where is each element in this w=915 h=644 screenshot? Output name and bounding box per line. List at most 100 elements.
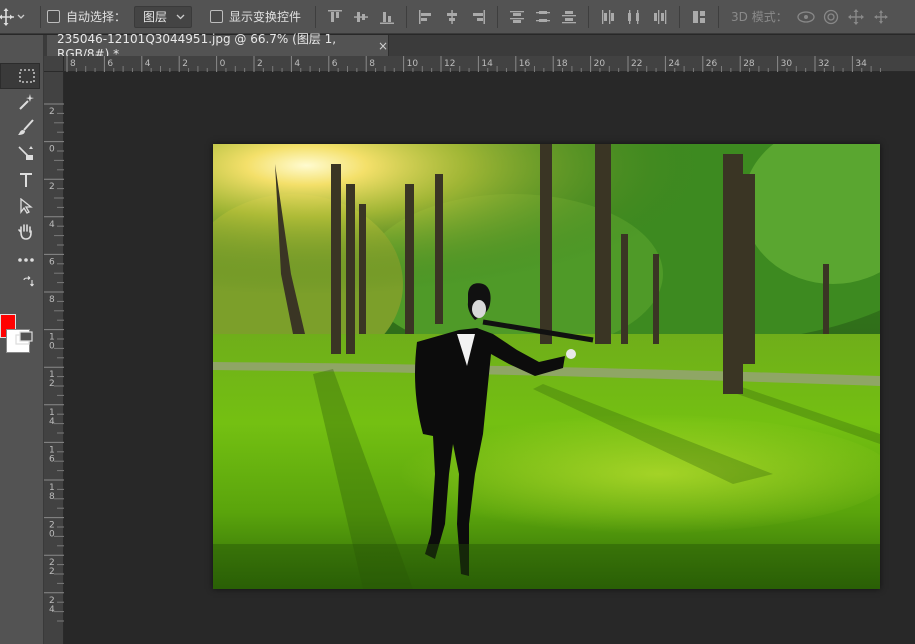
distribute-left-icon[interactable]	[595, 0, 621, 34]
ruler-label: 8	[49, 295, 55, 305]
more-tools-button[interactable]	[12, 247, 40, 273]
brush-tool-button[interactable]	[12, 115, 40, 141]
ruler-label: 6	[49, 257, 55, 267]
swap-colors-button[interactable]	[18, 273, 38, 291]
ruler-label: 8	[49, 492, 55, 502]
quick-mask-icon	[15, 331, 33, 345]
separator	[497, 5, 499, 28]
ruler-label: 2	[49, 107, 55, 117]
document-tab-bar: 235046-12101Q3044951.jpg @ 66.7% (图层 1, …	[44, 32, 915, 61]
marquee-tool-button[interactable]	[14, 63, 40, 89]
distribute-vertical-centers-icon[interactable]	[530, 0, 556, 34]
quick-select-tool-icon	[19, 94, 34, 110]
ruler-ticks: 8 6 4 2 0 2 4 6 8 10 12 14 16 18 20 22 24 26 28 30 32 34	[66, 56, 881, 72]
swap-colors-icon	[23, 276, 34, 287]
distribute-top-icon[interactable]	[504, 0, 530, 34]
ruler-label: 6	[49, 454, 55, 464]
separator	[718, 5, 720, 28]
align-group	[322, 0, 712, 34]
ruler-label: 12	[444, 59, 455, 69]
ruler-label: 6	[332, 59, 338, 69]
ruler-label: 14	[481, 59, 493, 69]
auto-select-target-value: 图层	[143, 10, 168, 24]
composite-photo	[213, 144, 880, 589]
ruler-label: 8	[369, 59, 375, 69]
quick-mask-button[interactable]	[10, 325, 38, 351]
mode-3d-label: 3D 模式：	[731, 10, 788, 24]
ruler-label: 2	[49, 182, 55, 192]
ruler-label: 32	[818, 59, 829, 69]
separator	[679, 5, 681, 28]
align-right-edges-icon[interactable]	[465, 0, 491, 34]
separator	[406, 5, 408, 28]
ruler-label: 10	[407, 59, 419, 69]
clone-stamp-tool-button[interactable]	[12, 141, 40, 167]
type-tool-button[interactable]	[12, 167, 40, 193]
ruler-label: 4	[49, 605, 55, 615]
more-tools-icon	[18, 258, 34, 262]
separator	[315, 5, 317, 28]
distribute-horizontal-centers-icon[interactable]	[621, 0, 647, 34]
align-top-edges-icon[interactable]	[322, 0, 348, 34]
show-transform-checkbox[interactable]	[210, 10, 224, 23]
ruler-label: 4	[49, 417, 55, 427]
ruler-label: 30	[781, 59, 793, 69]
close-tab-icon[interactable]: ×	[378, 39, 388, 53]
hand-tool-button[interactable]	[12, 219, 40, 245]
ruler-label: 2	[49, 567, 55, 577]
ruler-label: 2	[257, 59, 263, 69]
separator	[40, 5, 41, 28]
document-canvas[interactable]	[213, 144, 880, 589]
ruler-label: 24	[668, 59, 680, 69]
options-bar: 自动选择： 图层 显示变换控件 3D 模式：	[0, 0, 915, 34]
type-tool-icon	[20, 173, 32, 187]
ruler-label: 6	[107, 59, 113, 69]
ruler-label: 4	[145, 59, 151, 69]
align-horizontal-centers-icon[interactable]	[439, 0, 465, 34]
ruler-label: 4	[49, 220, 55, 230]
move-tool-icon	[0, 7, 25, 26]
horizontal-ruler[interactable]: 8 6 4 2 0 2 4 6 8 10 12 14 16 18 20 22 24 26 28 30 32 34	[64, 56, 915, 72]
tools-panel	[0, 35, 44, 644]
ruler-label: 8	[70, 59, 76, 69]
ruler-label: 2	[182, 59, 188, 69]
auto-align-layers-icon[interactable]	[686, 0, 712, 34]
clone-stamp-tool-icon	[18, 146, 33, 160]
slide-3d-icon[interactable]	[869, 0, 894, 34]
ruler-origin[interactable]	[44, 56, 64, 72]
ruler-label: 4	[294, 59, 300, 69]
orbit-3d-icon[interactable]	[794, 0, 819, 34]
path-select-tool-icon	[20, 198, 33, 214]
ruler-label: 16	[519, 59, 531, 69]
ruler-label: 26	[706, 59, 718, 69]
ruler-label: 28	[743, 59, 755, 69]
ruler-label: 20	[594, 59, 606, 69]
tool-preset-picker[interactable]	[0, 0, 34, 34]
auto-select-target-dropdown[interactable]: 图层	[134, 5, 193, 28]
distribute-right-icon[interactable]	[647, 0, 673, 34]
auto-select-option[interactable]: 自动选择：	[47, 8, 126, 25]
align-left-edges-icon[interactable]	[413, 0, 439, 34]
align-bottom-edges-icon[interactable]	[374, 0, 400, 34]
vertical-ruler[interactable]: 2024681012141618202224	[44, 72, 64, 644]
path-select-tool-button[interactable]	[12, 193, 40, 219]
auto-select-label: 自动选择：	[66, 10, 127, 24]
ruler-label: 0	[220, 59, 226, 69]
document-tab[interactable]: 235046-12101Q3044951.jpg @ 66.7% (图层 1, …	[47, 32, 389, 61]
show-transform-option[interactable]: 显示变换控件	[210, 8, 301, 25]
brush-tool-icon	[18, 119, 34, 135]
separator	[588, 5, 590, 28]
quick-select-tool-button[interactable]	[12, 89, 40, 115]
ruler-label: 0	[49, 530, 55, 540]
show-transform-label: 显示变换控件	[229, 10, 302, 24]
marquee-tool-icon	[19, 69, 35, 83]
roll-3d-icon[interactable]	[819, 0, 844, 34]
align-vertical-centers-icon[interactable]	[348, 0, 374, 34]
auto-select-checkbox[interactable]	[47, 10, 60, 23]
pan-3d-icon[interactable]	[844, 0, 869, 34]
ruler-label: 0	[49, 145, 55, 155]
distribute-bottom-icon[interactable]	[556, 0, 582, 34]
ruler-label: 34	[855, 59, 867, 69]
ruler-label: 2	[49, 379, 55, 389]
ruler-label: 0	[49, 342, 55, 352]
